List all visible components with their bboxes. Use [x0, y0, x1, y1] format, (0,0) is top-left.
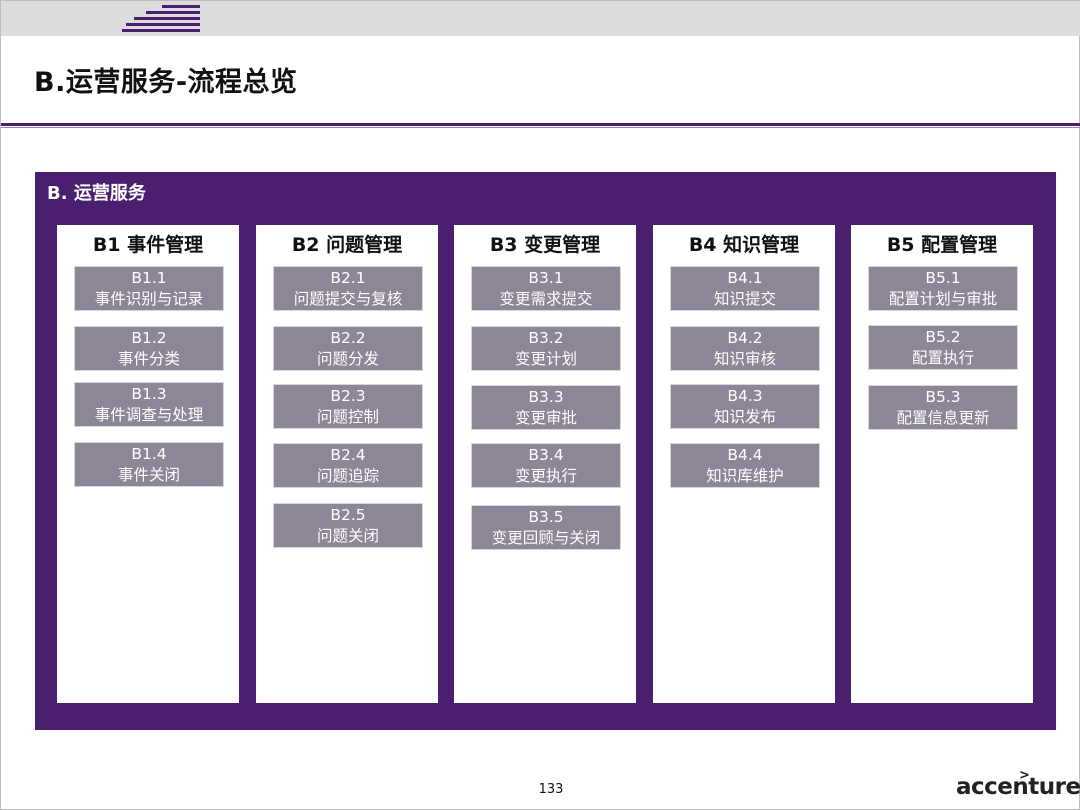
process-box: B3.1 变更需求提交 [471, 266, 621, 311]
process-box: B1.4 事件关闭 [74, 442, 224, 487]
process-code: B4.1 [727, 269, 763, 287]
process-box: B2.2 问题分发 [273, 326, 423, 371]
process-box: B1.1 事件识别与记录 [74, 266, 224, 311]
top-band [1, 1, 1080, 36]
process-code: B3.3 [528, 388, 564, 406]
process-code: B1.2 [131, 329, 167, 347]
stripe [162, 5, 200, 8]
process-name: 事件分类 [117, 350, 180, 368]
process-code: B1.1 [131, 269, 167, 287]
brand-logo: accenture [956, 774, 1080, 800]
process-name: 配置计划与审批 [888, 290, 998, 308]
process-name: 问题提交与复核 [293, 290, 403, 308]
slide: B.运营服务-流程总览 B. 运营服务 B1 事件管理 B1.1 事件识别与记录 … [0, 0, 1080, 810]
process-box: B2.1 问题提交与复核 [273, 266, 423, 311]
stripe [134, 17, 200, 20]
stripe [126, 23, 200, 26]
process-code: B2.1 [330, 269, 366, 287]
panel-title: B. 运营服务 [47, 183, 146, 204]
process-name: 变更计划 [514, 350, 577, 368]
process-box: B2.3 问题控制 [273, 384, 423, 429]
stripe [122, 29, 200, 32]
process-box: B3.5 变更回顾与关闭 [471, 505, 621, 550]
process-name: 变更需求提交 [499, 290, 593, 308]
process-code: B5.2 [925, 328, 961, 346]
process-box: B2.4 问题追踪 [273, 443, 423, 488]
column-b1: B1 事件管理 B1.1 事件识别与记录 B1.2 事件分类 B1.3 事件调查与处理… [57, 225, 239, 703]
column-b2: B2 问题管理 B2.1 问题提交与复核 B2.2 问题分发 B2.3 问题控制 B2… [256, 225, 438, 703]
process-code: B5.3 [925, 388, 961, 406]
process-box: B5.2 配置执行 [868, 325, 1018, 370]
process-name: 事件识别与记录 [94, 290, 204, 308]
process-box: B3.3 变更审批 [471, 385, 621, 430]
column-heading: B2 问题管理 [291, 234, 403, 256]
process-code: B4.4 [727, 446, 763, 464]
column-heading: B5 配置管理 [886, 234, 998, 256]
slide-title: B.运营服务-流程总览 [34, 67, 298, 98]
process-code: B5.1 [925, 269, 961, 287]
process-code: B4.3 [727, 387, 763, 405]
process-box: B4.4 知识库维护 [670, 443, 820, 488]
process-box: B4.3 知识发布 [670, 384, 820, 429]
page-number: 133 [538, 782, 564, 797]
process-name: 知识审核 [713, 350, 776, 368]
process-name: 问题分发 [316, 350, 379, 368]
process-name: 变更执行 [514, 467, 577, 485]
process-code: B3.4 [528, 446, 564, 464]
process-box: B3.2 变更计划 [471, 326, 621, 371]
process-name: 问题控制 [316, 408, 379, 426]
column-b4: B4 知识管理 B4.1 知识提交 B4.2 知识审核 B4.3 知识发布 B4.4 知… [653, 225, 835, 703]
process-code: B1.4 [131, 445, 167, 463]
process-box: B4.1 知识提交 [670, 266, 820, 311]
process-box: B5.3 配置信息更新 [868, 385, 1018, 430]
process-code: B1.3 [131, 385, 167, 403]
title-divider [1, 123, 1080, 126]
process-name: 配置信息更新 [896, 409, 990, 427]
process-box: B1.3 事件调查与处理 [74, 382, 224, 427]
process-name: 知识发布 [713, 408, 776, 426]
process-name: 知识库维护 [706, 467, 784, 485]
process-box: B3.4 变更执行 [471, 443, 621, 488]
process-code: B2.4 [330, 446, 366, 464]
process-code: B2.3 [330, 387, 366, 405]
process-code: B3.2 [528, 329, 564, 347]
stripe [146, 11, 200, 14]
process-box: B5.1 配置计划与审批 [868, 266, 1018, 311]
column-b5: B5 配置管理 B5.1 配置计划与审批 B5.2 配置执行 B5.3 配置信息更新 [851, 225, 1033, 703]
process-code: B4.2 [727, 329, 763, 347]
process-name: 事件关闭 [117, 466, 180, 484]
process-box: B4.2 知识审核 [670, 326, 820, 371]
process-name: 事件调查与处理 [94, 406, 204, 424]
process-overview-panel: B. 运营服务 B1 事件管理 B1.1 事件识别与记录 B1.2 事件分类 B1.… [35, 172, 1056, 730]
process-name: 问题关闭 [316, 527, 379, 545]
column-heading: B4 知识管理 [688, 234, 800, 256]
process-box: B2.5 问题关闭 [273, 503, 423, 548]
process-code: B2.2 [330, 329, 366, 347]
process-code: B2.5 [330, 506, 366, 524]
process-box: B1.2 事件分类 [74, 326, 224, 371]
process-code: B3.1 [528, 269, 564, 287]
process-name: 知识提交 [713, 290, 776, 308]
title-divider-thin [1, 127, 1080, 128]
process-name: 变更审批 [514, 409, 577, 427]
process-name: 问题追踪 [316, 467, 379, 485]
column-heading: B1 事件管理 [92, 234, 204, 256]
column-b3: B3 变更管理 B3.1 变更需求提交 B3.2 变更计划 B3.3 变更审批 B3.… [454, 225, 636, 703]
process-name: 变更回顾与关闭 [491, 529, 601, 547]
process-code: B3.5 [528, 508, 564, 526]
process-name: 配置执行 [911, 349, 974, 367]
decorative-stripes [122, 5, 200, 35]
column-heading: B3 变更管理 [489, 234, 601, 256]
